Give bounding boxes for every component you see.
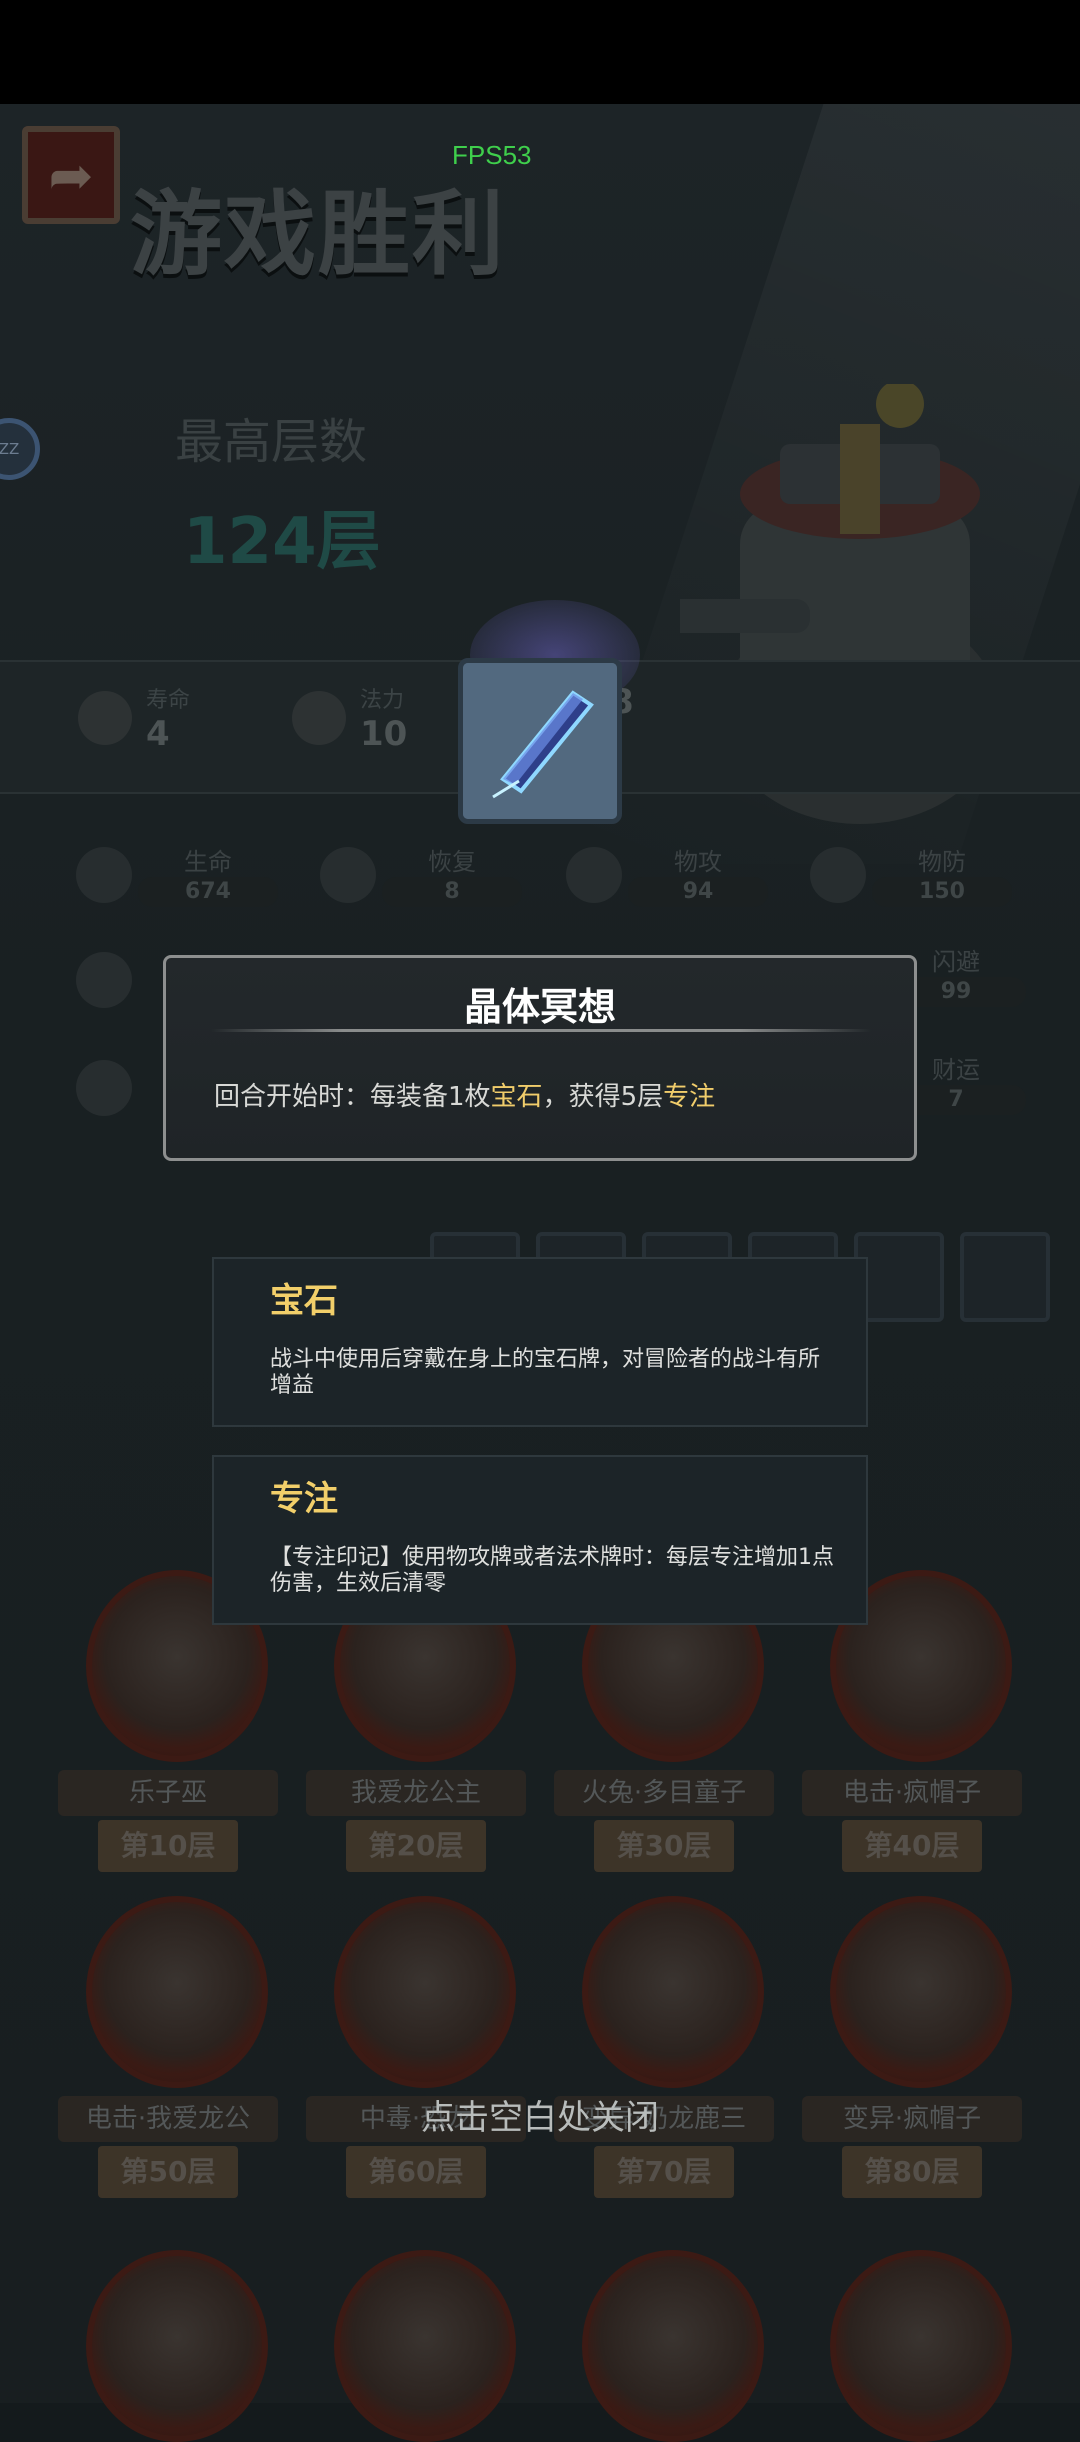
- cross-icon: [76, 1060, 132, 1116]
- heart-face-icon: [78, 691, 132, 745]
- tip-description: 战斗中使用后穿戴在身上的宝石牌，对冒险者的战斗有所增益: [270, 1347, 821, 1398]
- crystal-icon: [463, 663, 617, 819]
- close-hint[interactable]: 点击空白处关闭: [0, 2090, 1080, 2139]
- heart-icon: [76, 846, 132, 903]
- best-floor-label: 最高层数: [175, 414, 368, 470]
- shield-icon: [810, 846, 866, 903]
- attr-defense: 物防 150: [810, 842, 1012, 907]
- stat-mana: 法力 10: [292, 682, 407, 754]
- attr-row2-left: [76, 952, 132, 1008]
- keyword-gem: 宝石: [490, 1082, 543, 1112]
- boss-portrait: [86, 1896, 268, 2088]
- back-arrow-icon: ➦: [48, 143, 94, 207]
- tip-title: 专注: [270, 1479, 338, 1519]
- attr-hp: 生命 674: [76, 842, 278, 907]
- attr-regen: 恢复 8: [320, 842, 522, 907]
- boss-portrait: [86, 2250, 268, 2442]
- tip-title: 宝石: [270, 1281, 338, 1321]
- tip-focus: 专注 【专注印记】使用物攻牌或者法术牌时：每层专注增加1点伤害，生效后清零: [212, 1455, 868, 1625]
- skill-description: 回合开始时：每装备1枚宝石，获得5层专注: [214, 1082, 716, 1112]
- boss-portrait: [334, 2250, 516, 2442]
- crystal-meditation-card[interactable]: [458, 658, 622, 824]
- card-slot[interactable]: [960, 1232, 1050, 1322]
- tip-description: 【专注印记】使用物攻牌或者法术牌时：每层专注增加1点伤害，生效后清零: [270, 1545, 834, 1596]
- boss-portrait: [582, 1896, 764, 2088]
- stat-lifespan: 寿命 4: [78, 682, 190, 754]
- status-bar: [0, 0, 1080, 104]
- sword-icon: [566, 846, 622, 903]
- attr-attack: 物攻 94: [566, 842, 768, 907]
- result-title: 游戏胜利: [130, 181, 507, 288]
- tip-gem: 宝石 战斗中使用后穿戴在身上的宝石牌，对冒险者的战斗有所增益: [212, 1257, 868, 1427]
- magnify-icon: [76, 952, 132, 1008]
- boss-portrait: [334, 1896, 516, 2088]
- heart-plus-icon: [320, 846, 376, 903]
- divider: [211, 1029, 871, 1032]
- skill-title: 晶体冥想: [463, 985, 616, 1029]
- attr-row3-left: [76, 1060, 132, 1116]
- skill-popup: 晶体冥想 回合开始时：每装备1枚宝石，获得5层专注: [163, 955, 917, 1161]
- boss-portrait: [830, 2250, 1012, 2442]
- boss-portrait: [582, 2250, 764, 2442]
- best-floor-value: 124层: [183, 505, 381, 579]
- boss-portrait: [830, 1896, 1012, 2088]
- flame-icon: [292, 691, 346, 745]
- keyword-focus: 专注: [663, 1082, 716, 1112]
- back-button[interactable]: ➦: [22, 126, 120, 224]
